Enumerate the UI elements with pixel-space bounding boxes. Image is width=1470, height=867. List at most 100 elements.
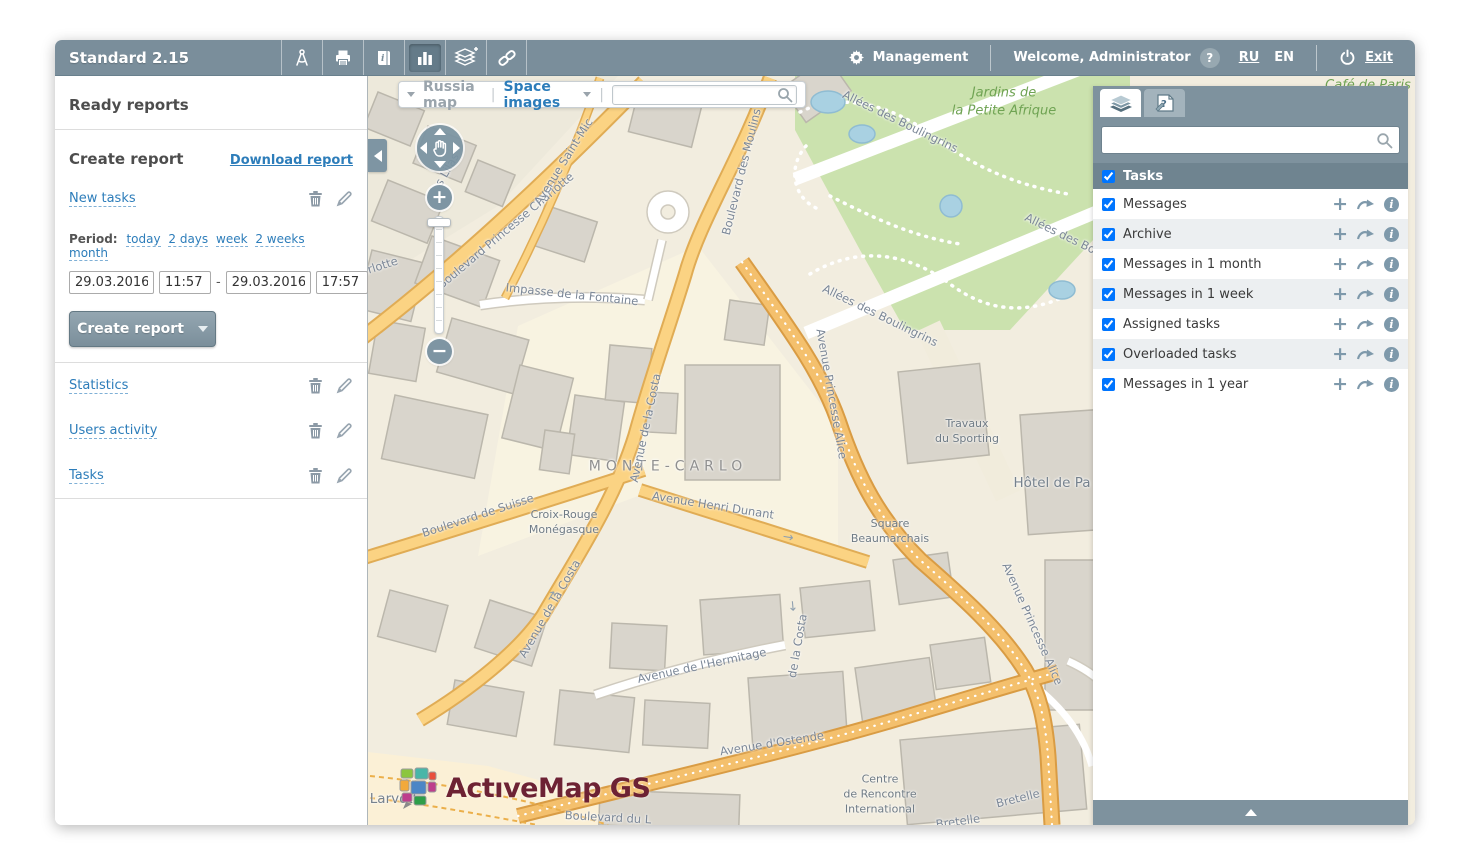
measure-tool-button[interactable] bbox=[281, 40, 322, 75]
layer-info-icon[interactable]: i bbox=[1384, 227, 1399, 242]
edit-report-button[interactable] bbox=[336, 377, 353, 394]
zoom-out-button[interactable]: − bbox=[427, 339, 452, 364]
pan-right-icon[interactable] bbox=[453, 142, 460, 154]
collapse-left-panel-button[interactable] bbox=[368, 139, 387, 172]
period-week-link[interactable]: week bbox=[216, 232, 248, 247]
date-to-input[interactable] bbox=[226, 271, 311, 294]
overlay-layer-dropdown-icon[interactable] bbox=[583, 92, 591, 97]
group-checkbox[interactable] bbox=[1102, 170, 1115, 183]
period-2weeks-link[interactable]: 2 weeks bbox=[255, 232, 304, 247]
time-to-input[interactable] bbox=[316, 271, 368, 294]
layer-checkbox[interactable] bbox=[1102, 198, 1115, 211]
add-feature-icon[interactable]: + bbox=[1332, 195, 1348, 214]
zoom-to-layer-icon[interactable] bbox=[1357, 198, 1375, 211]
edit-report-button[interactable] bbox=[336, 422, 353, 439]
delete-report-button[interactable] bbox=[308, 377, 323, 394]
zoom-slider[interactable] bbox=[434, 216, 444, 334]
add-feature-icon[interactable]: + bbox=[1332, 285, 1348, 304]
edit-template-button[interactable] bbox=[336, 190, 353, 207]
reports-panel: Ready reports Create report Download rep… bbox=[55, 76, 368, 825]
delete-template-button[interactable] bbox=[308, 190, 323, 207]
zoom-in-button[interactable]: + bbox=[427, 185, 452, 210]
ready-reports-list: Statistics Users activity Tasks bbox=[55, 362, 367, 499]
layer-info-icon[interactable]: i bbox=[1384, 287, 1399, 302]
layer-checkbox[interactable] bbox=[1102, 288, 1115, 301]
map-search-input[interactable] bbox=[613, 86, 796, 104]
add-feature-icon[interactable]: + bbox=[1332, 225, 1348, 244]
zoom-to-layer-icon[interactable] bbox=[1357, 378, 1375, 391]
layer-info-icon[interactable]: i bbox=[1384, 377, 1399, 392]
create-report-button-label: Create report bbox=[77, 321, 184, 337]
tab-layers[interactable] bbox=[1100, 89, 1141, 117]
hand-icon bbox=[431, 138, 449, 158]
overlay-layer-button[interactable]: Space images bbox=[503, 79, 575, 111]
add-feature-icon[interactable]: + bbox=[1332, 345, 1348, 364]
layer-info-icon[interactable]: i bbox=[1384, 317, 1399, 332]
zoom-to-layer-icon[interactable] bbox=[1357, 228, 1375, 241]
print-button[interactable] bbox=[322, 40, 363, 75]
layer-checkbox[interactable] bbox=[1102, 378, 1115, 391]
zoom-to-layer-icon[interactable] bbox=[1357, 258, 1375, 271]
zoom-to-layer-icon[interactable] bbox=[1357, 348, 1375, 361]
search-icon[interactable] bbox=[777, 87, 793, 103]
app-title: Standard 2.15 bbox=[55, 40, 281, 75]
base-layer-dropdown-icon[interactable] bbox=[407, 92, 415, 97]
time-from-input[interactable] bbox=[159, 271, 211, 294]
layer-checkbox[interactable] bbox=[1102, 318, 1115, 331]
layer-checkbox[interactable] bbox=[1102, 348, 1115, 361]
management-button[interactable]: Management bbox=[827, 47, 991, 69]
add-feature-icon[interactable]: + bbox=[1332, 255, 1348, 274]
report-template-link[interactable]: New tasks bbox=[69, 191, 136, 207]
reports-button[interactable] bbox=[404, 40, 445, 75]
report-link-tasks[interactable]: Tasks bbox=[69, 468, 104, 484]
journal-button[interactable]: i bbox=[363, 40, 404, 75]
report-link-statistics[interactable]: Statistics bbox=[69, 378, 128, 394]
period-today-link[interactable]: today bbox=[126, 232, 160, 247]
layer-checkbox[interactable] bbox=[1102, 228, 1115, 241]
layer-info-icon[interactable]: i bbox=[1384, 257, 1399, 272]
layer-info-icon[interactable]: i bbox=[1384, 347, 1399, 362]
delete-report-button[interactable] bbox=[308, 467, 323, 484]
link-button[interactable] bbox=[486, 40, 527, 75]
base-layer-button[interactable]: Russia map bbox=[423, 79, 483, 111]
map-pan-control[interactable] bbox=[417, 125, 463, 171]
layer-info-icon[interactable]: i bbox=[1384, 197, 1399, 212]
zoom-to-layer-icon[interactable] bbox=[1357, 288, 1375, 301]
layer-checkbox[interactable] bbox=[1102, 258, 1115, 271]
zoom-slider-handle[interactable] bbox=[427, 218, 451, 227]
chevron-left-icon bbox=[374, 150, 382, 162]
download-report-link[interactable]: Download report bbox=[230, 153, 353, 168]
pan-down-icon[interactable] bbox=[434, 161, 446, 168]
pan-left-icon[interactable] bbox=[420, 142, 427, 154]
welcome-text: Welcome, Administrator bbox=[1013, 50, 1190, 65]
lang-en-button[interactable]: EN bbox=[1274, 50, 1294, 65]
zoom-to-layer-icon[interactable] bbox=[1357, 318, 1375, 331]
delete-report-button[interactable] bbox=[308, 422, 323, 439]
layer-list-empty-area bbox=[1093, 399, 1408, 800]
period-month-link[interactable]: month bbox=[69, 246, 108, 261]
layer-switcher-bar: Russia map | Space images | bbox=[398, 81, 806, 108]
exit-group[interactable]: Exit bbox=[1317, 47, 1415, 69]
add-feature-icon[interactable]: + bbox=[1332, 375, 1348, 394]
exit-button[interactable]: Exit bbox=[1365, 50, 1393, 65]
pan-up-icon[interactable] bbox=[434, 128, 446, 135]
add-feature-icon[interactable]: + bbox=[1332, 315, 1348, 334]
date-from-input[interactable] bbox=[69, 271, 154, 294]
lang-ru-button[interactable]: RU bbox=[1239, 50, 1260, 65]
legend-help-icon: ? bbox=[1154, 93, 1176, 113]
search-icon[interactable] bbox=[1376, 132, 1393, 149]
layer-row: Assigned tasks + i bbox=[1093, 309, 1408, 339]
layers-panel: ? Tasks Messages + bbox=[1093, 86, 1408, 825]
help-button[interactable]: ? bbox=[1200, 48, 1220, 68]
layer-group-header: Tasks bbox=[1093, 163, 1408, 189]
tab-legend[interactable]: ? bbox=[1144, 89, 1185, 117]
edit-report-button[interactable] bbox=[336, 467, 353, 484]
layer-row: Archive + i bbox=[1093, 219, 1408, 249]
collapse-panel-footer[interactable] bbox=[1093, 800, 1408, 825]
report-link-users-activity[interactable]: Users activity bbox=[69, 423, 157, 439]
pencil-icon bbox=[336, 422, 353, 439]
layers-search-input[interactable] bbox=[1102, 127, 1399, 153]
add-layer-button[interactable] bbox=[445, 40, 486, 75]
create-report-button[interactable]: Create report bbox=[69, 311, 216, 347]
period-2days-link[interactable]: 2 days bbox=[168, 232, 208, 247]
